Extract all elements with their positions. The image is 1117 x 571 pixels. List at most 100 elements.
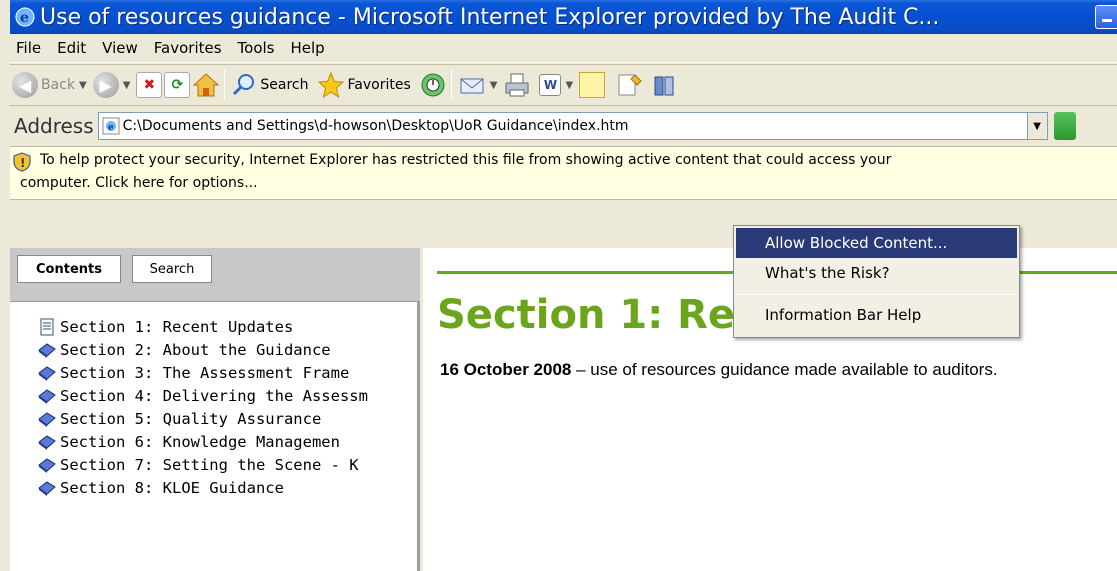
messenger-icon [654,76,674,96]
toc-item[interactable]: Section 1: Recent Updates [38,315,418,338]
home-button[interactable] [192,67,220,103]
favorites-button[interactable]: Favorites [317,67,411,103]
address-bar: Address e C:\Documents and Settings\d-ho… [10,107,1117,145]
toc-item[interactable]: Section 4: Delivering the Assessm [38,384,418,407]
toc-label: Section 6: Knowledge Managemen [60,432,340,451]
menu-bar: File Edit View Favorites Tools Help [10,34,1117,63]
history-icon [421,73,445,97]
update-text: – use of resources guidance made availab… [571,360,998,379]
favorites-star-icon [317,71,344,99]
table-of-contents: Section 1: Recent Updates Section 2: Abo… [38,315,418,499]
infobar-text-line2: computer. Click here for options... [20,175,258,191]
print-icon [505,73,529,97]
mail-dropdown-icon[interactable]: ▼ [490,80,498,91]
back-dropdown-icon[interactable]: ▼ [79,80,87,91]
address-value: C:\Documents and Settings\d-howson\Deskt… [122,118,629,134]
stop-icon: ✖ [136,72,163,98]
update-date: 16 October 2008 [440,360,572,379]
navigation-tabs: Contents Search [10,248,420,302]
address-dropdown-icon[interactable]: ▼ [1026,113,1047,139]
back-arrow-icon: ◀ [12,72,38,98]
note-icon [579,72,606,98]
update-paragraph: 16 October 2008 – use of resources guida… [440,359,1100,380]
toc-label: Section 7: Setting the Scene - K [60,455,359,474]
internet-explorer-icon: e [15,7,35,27]
home-icon [193,73,220,97]
menu-help[interactable]: Help [285,39,335,57]
toc-item[interactable]: Section 5: Quality Assurance [38,407,418,430]
search-icon [233,74,255,96]
svg-text:!: ! [20,156,25,170]
edit-word-button[interactable]: W ▼ [539,67,577,103]
history-button[interactable] [419,67,447,103]
svg-text:e: e [108,123,114,133]
page-title-visible: Section 1: Re [437,292,736,338]
toc-item[interactable]: Section 3: The Assessment Frame [38,361,418,384]
toc-item[interactable]: Section 6: Knowledge Managemen [38,430,418,453]
menu-favorites[interactable]: Favorites [148,39,232,57]
word-icon: W [539,74,562,96]
go-button[interactable] [1053,112,1076,140]
forward-button[interactable]: ▶ ▼ [92,67,135,103]
back-button[interactable]: ◀ Back ▼ [12,67,91,103]
tab-contents[interactable]: Contents [17,255,121,283]
toc-label: Section 4: Delivering the Assessm [60,386,368,405]
toc-label: Section 1: Recent Updates [60,317,294,336]
tab-search[interactable]: Search [132,255,212,283]
window-title: Use of resources guidance - Microsoft In… [40,4,940,30]
book-icon [38,434,56,450]
edit-dropdown-icon[interactable]: ▼ [565,80,573,91]
menu-file[interactable]: File [10,39,51,57]
book-icon [38,480,56,496]
page-icon: e [102,117,120,135]
book-icon [38,388,56,404]
favorites-label: Favorites [347,77,411,93]
mail-button[interactable]: ▼ [458,67,502,103]
book-icon [38,411,56,427]
research-button[interactable] [615,67,643,103]
title-bar: e Use of resources guidance - Microsoft … [10,0,1117,34]
refresh-button[interactable]: ⟳ [164,67,191,103]
book-icon [38,457,56,473]
infobar-context-menu: Allow Blocked Content... What's the Risk… [733,225,1020,338]
forward-dropdown-icon[interactable]: ▼ [123,80,131,91]
stop-button[interactable]: ✖ [136,67,163,103]
page-document-icon [40,318,54,335]
toc-label: Section 8: KLOE Guidance [60,478,284,497]
menu-view[interactable]: View [96,39,148,57]
discuss-button[interactable] [579,67,606,103]
back-label: Back [41,77,75,93]
research-icon [618,74,642,96]
shield-warning-icon: ! [13,152,31,172]
menu-item-allow-blocked-content[interactable]: Allow Blocked Content... [736,228,1017,258]
menu-edit[interactable]: Edit [51,39,96,57]
menu-tools[interactable]: Tools [232,39,285,57]
mail-icon [460,78,484,94]
toolbar-separator [450,70,452,100]
book-icon [38,342,56,358]
book-icon [38,365,56,381]
toc-item[interactable]: Section 7: Setting the Scene - K [38,453,418,476]
toc-label: Section 3: The Assessment Frame [60,363,350,382]
address-input[interactable]: e C:\Documents and Settings\d-howson\Des… [97,112,1048,140]
address-label: Address [14,114,94,138]
forward-arrow-icon: ▶ [92,72,119,98]
menu-separator [738,294,1015,295]
svg-text:e: e [20,10,29,26]
infobar-text-line1: To help protect your security, Internet … [40,152,892,168]
search-label: Search [260,77,309,93]
print-button[interactable] [503,67,531,103]
information-bar[interactable]: ! To help protect your security, Interne… [10,146,1117,200]
toc-label: Section 2: About the Guidance [60,340,331,359]
toolbar-separator [224,70,226,100]
minimize-button[interactable] [1095,5,1117,29]
messenger-button[interactable] [651,67,679,103]
search-button[interactable]: Search [231,67,309,103]
refresh-icon: ⟳ [164,72,191,98]
toolbar: ◀ Back ▼ ▶ ▼ ✖ ⟳ Search Favorites ▼ W ▼ [10,64,1117,106]
toc-item[interactable]: Section 8: KLOE Guidance [38,476,418,499]
menu-item-whats-the-risk[interactable]: What's the Risk? [736,258,1017,288]
toc-item[interactable]: Section 2: About the Guidance [38,338,418,361]
toc-label: Section 5: Quality Assurance [60,409,322,428]
menu-item-information-bar-help[interactable]: Information Bar Help [736,300,1017,330]
